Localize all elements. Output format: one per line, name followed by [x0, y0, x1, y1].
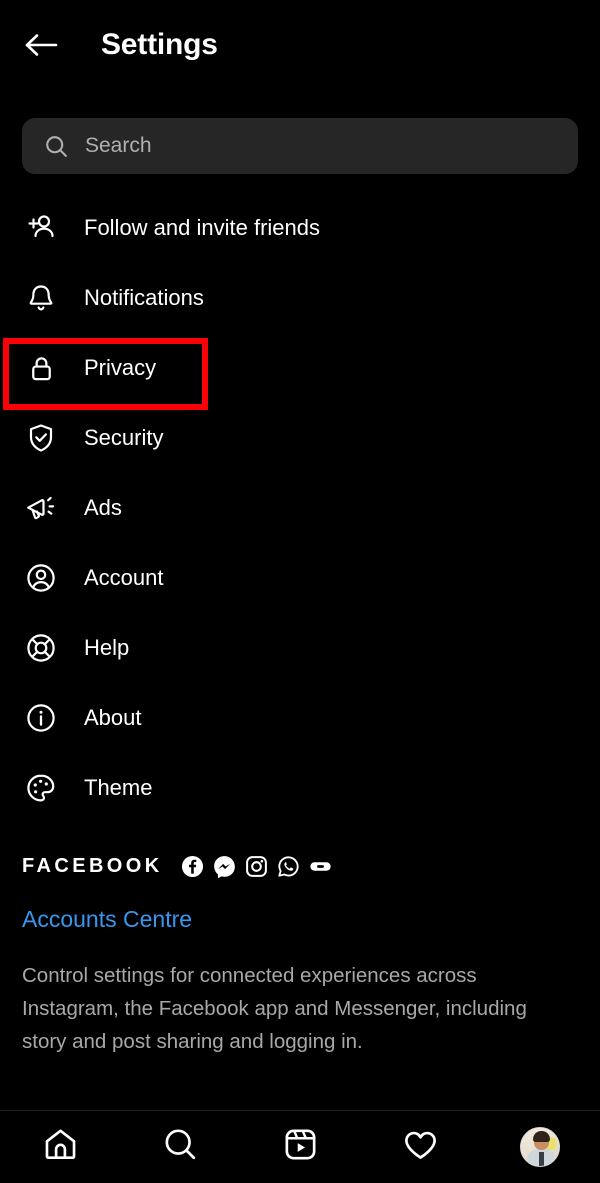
shield-check-icon: [22, 419, 60, 457]
nav-activity[interactable]: [390, 1121, 450, 1173]
search-icon: [162, 1126, 199, 1168]
palette-icon: [22, 769, 60, 807]
back-arrow-icon[interactable]: [18, 22, 64, 68]
account-circle-icon: [22, 559, 60, 597]
accounts-centre-link[interactable]: Accounts Centre: [22, 906, 582, 933]
settings-row-label: Ads: [84, 495, 122, 520]
person-add-icon: [22, 209, 60, 247]
facebook-section: FACEBOOK Accounts Centre Control setting…: [22, 848, 582, 1058]
settings-row-ads[interactable]: Ads: [0, 473, 600, 543]
facebook-heading: FACEBOOK: [22, 854, 163, 877]
page-title: Settings: [101, 28, 218, 61]
settings-row-label: Privacy: [84, 355, 157, 380]
nav-profile[interactable]: [510, 1121, 570, 1173]
messenger-icon: [213, 855, 236, 878]
oculus-icon: [309, 855, 332, 878]
settings-row-label: Security: [84, 425, 164, 450]
settings-row-label: Help: [84, 635, 130, 660]
settings-row-follow-and-invite-friends[interactable]: Follow and invite friends: [0, 193, 600, 263]
facebook-heading-row: FACEBOOK: [22, 848, 582, 884]
instagram-icon: [245, 855, 268, 878]
nav-search[interactable]: [150, 1121, 210, 1173]
settings-row-about[interactable]: About: [0, 683, 600, 753]
settings-row-label: Theme: [84, 775, 153, 800]
facebook-icon: [181, 855, 204, 878]
search-input[interactable]: [85, 134, 562, 158]
settings-list: Follow and invite friends Notifications …: [0, 193, 600, 823]
home-icon: [42, 1126, 79, 1168]
settings-row-label: Notifications: [84, 285, 204, 310]
facebook-app-icons: [181, 855, 332, 878]
whatsapp-icon: [277, 855, 300, 878]
settings-row-security[interactable]: Security: [0, 403, 600, 473]
lock-icon: [22, 349, 60, 387]
life-ring-icon: [22, 629, 60, 667]
facebook-description: Control settings for connected experienc…: [22, 964, 527, 1053]
settings-row-label: Follow and invite friends: [84, 215, 321, 240]
settings-row-help[interactable]: Help: [0, 613, 600, 683]
settings-row-theme[interactable]: Theme: [0, 753, 600, 823]
avatar: [520, 1127, 560, 1167]
settings-row-notifications[interactable]: Notifications: [0, 263, 600, 333]
megaphone-icon: [22, 489, 60, 527]
search-icon: [44, 134, 69, 159]
search-bar[interactable]: [22, 118, 578, 174]
header: Settings: [0, 0, 600, 90]
bottom-nav: [0, 1110, 600, 1183]
settings-row-label: Account: [84, 565, 164, 590]
settings-row-label: About: [84, 705, 142, 730]
nav-home[interactable]: [30, 1121, 90, 1173]
settings-row-privacy[interactable]: Privacy: [0, 333, 600, 410]
bell-icon: [22, 279, 60, 317]
settings-row-account[interactable]: Account: [0, 543, 600, 613]
reels-icon: [282, 1126, 319, 1168]
heart-icon: [402, 1126, 439, 1168]
settings-screen: Settings Follow and invite friends: [0, 0, 600, 1183]
nav-reels[interactable]: [270, 1121, 330, 1173]
info-circle-icon: [22, 699, 60, 737]
